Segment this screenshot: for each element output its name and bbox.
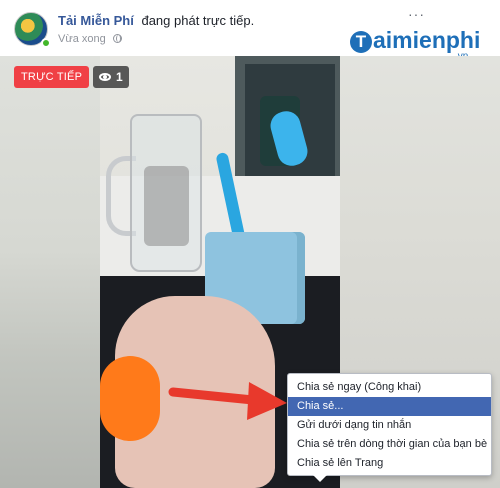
brand-watermark: Taimienphi [350,27,480,54]
menu-item-share[interactable]: Chia sẻ... [288,397,491,416]
author-name-link[interactable]: Tải Miễn Phí [58,13,134,28]
post-meta: Vừa xong [58,33,122,45]
video-blur-left [0,56,100,488]
viewer-count: 1 [116,70,123,84]
computer-mouse [100,356,160,441]
menu-item-share-to-page[interactable]: Chia sẻ lên Trang [288,454,491,473]
live-badge: TRỰC TIẾP [14,66,90,88]
brand-name: aimienphi [373,27,481,53]
menu-item-send-as-message[interactable]: Gửi dưới dạng tin nhắn [288,416,491,435]
glass-print [144,166,189,246]
menu-item-share-on-friend-timeline[interactable]: Chia sẻ trên dòng thời gian của bạn bè [288,435,491,454]
eye-icon [99,73,111,81]
globe-icon [112,34,122,43]
menu-item-share-now-public[interactable]: Chia sẻ ngay (Công khai) [288,378,491,397]
red-arrow-icon [168,382,287,420]
share-context-menu: Chia sẻ ngay (Công khai) Chia sẻ... Gửi … [287,373,492,476]
post-action-text: đang phát trực tiếp. [141,13,255,28]
menu-caret-icon [313,475,327,482]
viewer-count-badge: 1 [93,66,129,88]
more-options-icon[interactable]: ··· [408,7,430,22]
live-post-card: Tải Miễn Phí đang phát trực tiếp. Vừa xo… [0,0,500,488]
online-status-icon [41,38,51,48]
post-timestamp[interactable]: Vừa xong [58,33,106,45]
author-line: Tải Miễn Phí đang phát trực tiếp. [58,13,254,28]
brand-logo-icon: T [350,31,372,53]
